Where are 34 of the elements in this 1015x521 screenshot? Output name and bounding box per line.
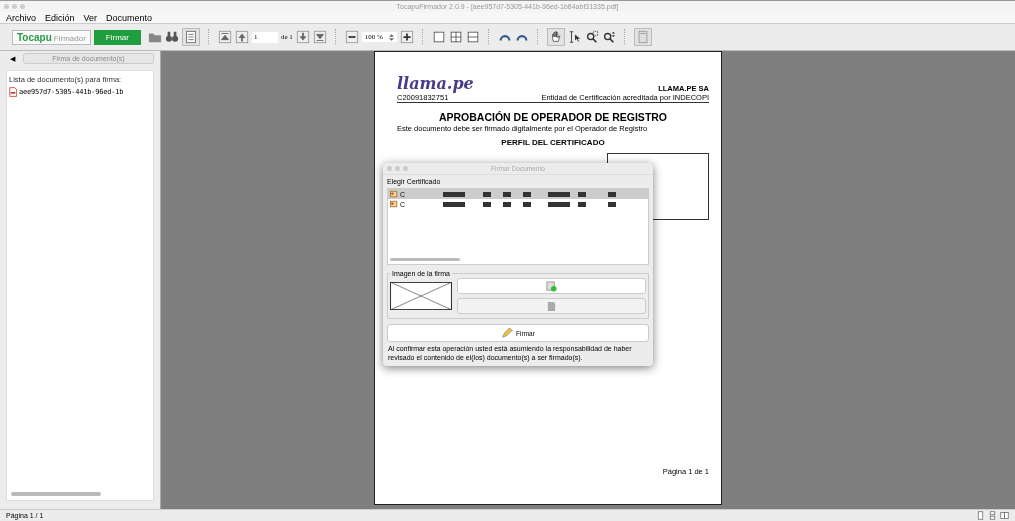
zoom-icon[interactable] (601, 30, 616, 44)
company-logo: llama.pe (397, 74, 474, 93)
stepper-icon[interactable] (388, 33, 394, 41)
certificate-icon (390, 190, 398, 198)
last-page-icon[interactable] (312, 30, 327, 44)
document-title: APROBACIÓN DE OPERADOR DE REGISTRO (437, 111, 669, 123)
actual-size-icon[interactable] (431, 30, 446, 44)
fit-width-icon[interactable] (465, 30, 480, 44)
fit-page-icon[interactable] (448, 30, 463, 44)
pen-icon (501, 327, 514, 339)
menu-item[interactable]: Edición (45, 12, 75, 23)
menu-item[interactable]: Archivo (6, 12, 36, 23)
minus-icon[interactable] (344, 30, 359, 44)
facing-pages-icon[interactable] (1000, 511, 1009, 520)
horizontal-scrollbar[interactable] (390, 258, 460, 261)
menu-item[interactable]: Documento (106, 12, 153, 23)
image-placeholder (390, 282, 452, 310)
image-check-icon (546, 280, 557, 292)
horizontal-scrollbar[interactable] (11, 492, 101, 496)
binoculars-icon[interactable] (164, 30, 179, 44)
menu-item[interactable]: Ver (83, 12, 98, 23)
plus-icon[interactable] (399, 30, 414, 44)
document-icon[interactable] (181, 28, 200, 46)
first-page-icon[interactable] (217, 30, 232, 44)
single-page-icon[interactable] (976, 511, 985, 520)
app-logo: Tocapu Firmador (12, 29, 91, 45)
certificate-icon (390, 200, 398, 208)
image-remove-icon (546, 300, 557, 312)
zoom-area-icon[interactable] (584, 30, 599, 44)
pdf-file-icon (9, 87, 17, 97)
continuous-page-icon[interactable] (988, 511, 997, 520)
hand-icon[interactable] (546, 28, 565, 46)
text-select-icon[interactable] (567, 30, 582, 44)
section-heading: PERFIL DEL CERTIFICADO (500, 138, 606, 147)
